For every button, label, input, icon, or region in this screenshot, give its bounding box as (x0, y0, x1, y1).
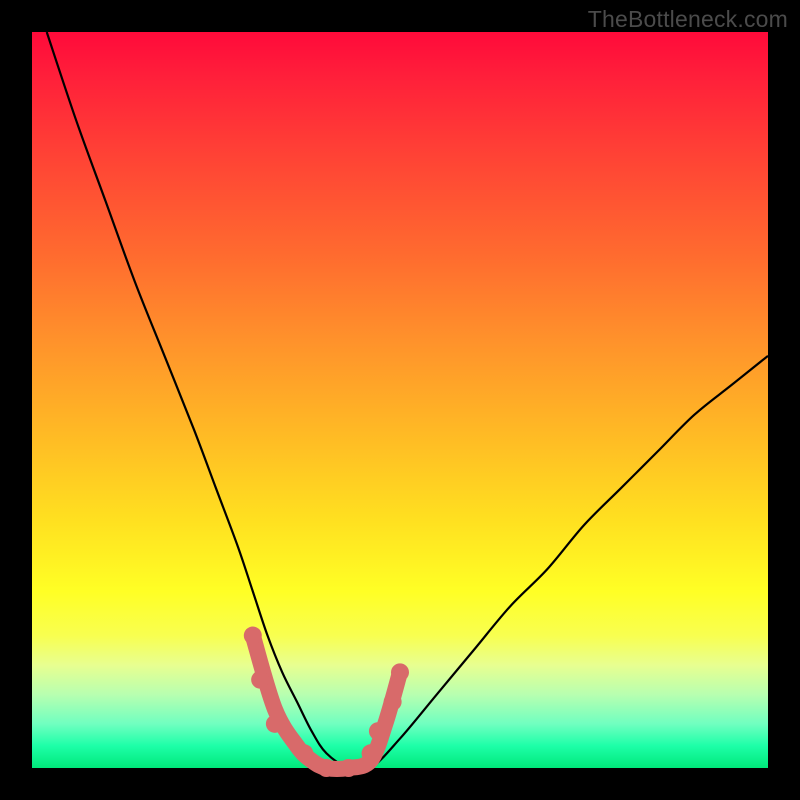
curve-layer (32, 32, 768, 768)
highlight-dot (362, 744, 380, 762)
highlight-dot (369, 722, 387, 740)
chart-frame: TheBottleneck.com (0, 0, 800, 800)
highlight-dot (384, 693, 402, 711)
highlight-dot (295, 744, 313, 762)
watermark-text: TheBottleneck.com (588, 6, 788, 33)
highlight-dot (317, 759, 335, 777)
highlight-dot (251, 671, 269, 689)
bottleneck-curve (47, 32, 768, 771)
highlight-dot (266, 715, 284, 733)
highlight-dot (339, 759, 357, 777)
plot-area (32, 32, 768, 768)
highlight-dot (244, 627, 262, 645)
highlight-dot (391, 663, 409, 681)
